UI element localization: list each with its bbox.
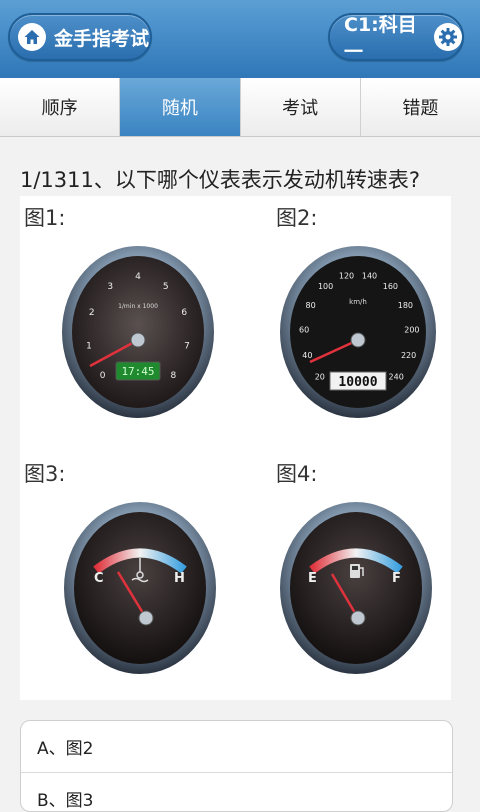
tachTicks-label: 8 xyxy=(171,371,177,381)
tachometer-gauge: 1/min x 1000 0 1 2 3 4 5 6 7 8 17:45 xyxy=(62,246,214,418)
answer-options: A、图2 B、图3 xyxy=(20,720,453,812)
tachTicks-label: 2 xyxy=(89,308,95,318)
clock-display: 17:45 xyxy=(121,365,154,378)
fuel-empty-label: E xyxy=(308,571,317,586)
tachTicks-label: 0 xyxy=(100,371,106,381)
speedometer-gauge: km/h 20 40 60 80 100 120 140 160 180 200 220 240 10… xyxy=(280,246,436,418)
speedoTicks-label: 80 xyxy=(306,301,316,310)
speedoTicks-label: 240 xyxy=(389,372,404,381)
speedoTicks-label: 200 xyxy=(404,326,419,335)
tachTicks-label: 5 xyxy=(163,282,169,292)
speedoTicks-label: 40 xyxy=(302,351,312,360)
fuel-full-label: F xyxy=(392,571,401,586)
speedoTicks-label: 220 xyxy=(401,351,416,360)
speedoTicks-label: 120 xyxy=(339,271,354,280)
figure-label-2: 图2: xyxy=(276,206,318,230)
figure-label-3: 图3: xyxy=(24,462,66,486)
tab-random[interactable]: 随机 xyxy=(120,78,241,136)
fuel-gauge: E F xyxy=(280,502,432,674)
question-figure: 图1: 图2: 图3: 图4: 1/min x 1000 0 1 2 3 4 5 6 7 8 1… xyxy=(20,196,451,700)
subject-label: C1:科目一 xyxy=(344,14,417,63)
speedo-unit-label: km/h xyxy=(349,298,367,306)
tab-sequential[interactable]: 顺序 xyxy=(0,78,121,136)
tach-unit-label: 1/min x 1000 xyxy=(118,303,158,310)
speedoTicks-label: 20 xyxy=(315,372,325,381)
tachTicks-label: 7 xyxy=(184,341,190,351)
tab-wrong-questions[interactable]: 错题 xyxy=(360,78,480,136)
mode-tabs: 顺序 随机 考试 错题 xyxy=(0,78,480,137)
app-header: 金手指考试 C1:科目一 xyxy=(0,0,480,79)
home-icon xyxy=(18,23,46,51)
question-text: 1/1311、以下哪个仪表表示发动机转速表? xyxy=(20,168,421,192)
gear-icon xyxy=(434,23,462,51)
tachTicks-label: 3 xyxy=(107,282,113,292)
option-b[interactable]: B、图3 xyxy=(21,773,452,811)
tab-exam[interactable]: 考试 xyxy=(240,78,361,136)
figure-label-1: 图1: xyxy=(24,206,66,230)
speedoTicks-label: 180 xyxy=(398,301,413,310)
temperature-gauge: C H xyxy=(64,502,216,674)
speedoTicks-label: 160 xyxy=(383,282,398,291)
speedoTicks-label: 100 xyxy=(318,282,333,291)
subject-button[interactable]: C1:科目一 xyxy=(328,13,464,63)
option-a[interactable]: A、图2 xyxy=(21,721,452,773)
tachTicks-label: 6 xyxy=(181,308,187,318)
figure-label-4: 图4: xyxy=(276,462,318,486)
odometer-display: 10000 xyxy=(338,375,377,390)
home-button[interactable]: 金手指考试 xyxy=(8,13,152,61)
tachTicks-label: 4 xyxy=(135,272,141,282)
app-title: 金手指考试 xyxy=(54,27,150,50)
speedoTicks-label: 140 xyxy=(362,271,377,280)
temp-low-label: C xyxy=(94,571,104,586)
speedoTicks-label: 60 xyxy=(299,326,309,335)
temp-high-label: H xyxy=(174,571,185,586)
tachTicks-label: 1 xyxy=(86,341,92,351)
